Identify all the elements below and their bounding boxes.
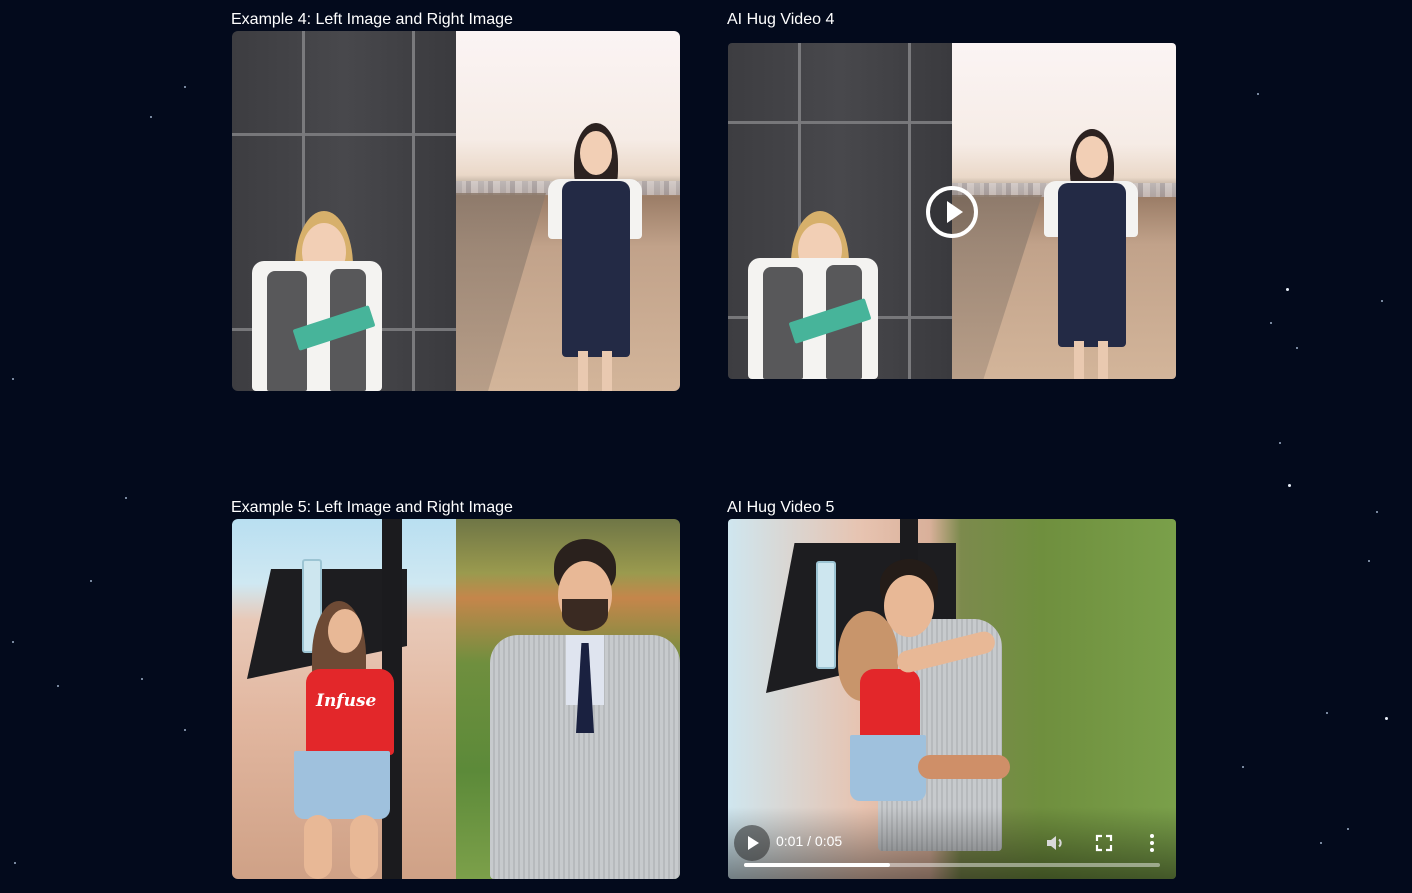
star	[1270, 322, 1272, 324]
star	[1288, 484, 1291, 487]
shirt-logo-text: Infuse	[316, 691, 377, 711]
video-5-caption: AI Hug Video 5	[727, 499, 835, 516]
right-image-man-suit	[456, 519, 680, 879]
example-5-image: Infuse	[232, 519, 680, 879]
star	[1368, 560, 1370, 562]
hug-video-4[interactable]	[728, 43, 1176, 379]
star	[12, 378, 14, 380]
progress-bar[interactable]	[744, 863, 1160, 867]
star	[14, 862, 16, 864]
man-arm	[918, 755, 1010, 779]
play-circle-icon[interactable]	[926, 186, 978, 238]
storefront-sign	[816, 561, 836, 669]
hug-video-5[interactable]: 0:01 / 0:05	[728, 519, 1176, 879]
girl-face	[1076, 136, 1108, 178]
star	[1376, 511, 1378, 513]
star	[1286, 288, 1289, 291]
example-4-caption: Example 4: Left Image and Right Image	[231, 11, 513, 28]
star	[1320, 842, 1322, 844]
red-tshirt: Infuse	[306, 669, 394, 755]
example-4-image	[232, 31, 680, 391]
navy-dress	[562, 181, 630, 357]
video-4-caption: AI Hug Video 4	[727, 11, 835, 28]
girl-leg	[602, 351, 612, 391]
star	[1326, 712, 1328, 714]
star	[90, 580, 92, 582]
woman-leg	[350, 815, 378, 879]
girl-leg	[578, 351, 588, 391]
right-image-beach-girl	[456, 31, 680, 391]
video-left-frame	[728, 43, 952, 379]
star	[1385, 717, 1388, 720]
star	[57, 685, 59, 687]
woman-leg	[304, 815, 332, 879]
left-image-woman-storefront: Infuse	[232, 519, 456, 879]
red-tshirt	[860, 669, 920, 741]
volume-icon[interactable]	[1044, 831, 1068, 855]
denim-shorts	[850, 735, 926, 801]
girl-leg	[1074, 341, 1084, 379]
example-5-caption: Example 5: Left Image and Right Image	[231, 499, 513, 516]
star	[125, 497, 127, 499]
star	[1347, 828, 1349, 830]
girl-leg	[1098, 341, 1108, 379]
star	[12, 641, 14, 643]
star	[141, 678, 143, 680]
star	[1381, 300, 1383, 302]
fullscreen-icon[interactable]	[1092, 831, 1116, 855]
star	[184, 86, 186, 88]
shoreline	[456, 193, 546, 391]
left-image-school-girl	[232, 31, 456, 391]
progress-fill	[744, 863, 890, 867]
star	[150, 116, 152, 118]
woman-face	[328, 609, 362, 653]
star	[1279, 442, 1281, 444]
play-icon[interactable]	[734, 825, 770, 861]
girl-face	[580, 131, 612, 175]
denim-shorts	[294, 751, 390, 819]
star	[1296, 347, 1298, 349]
video-time: 0:01 / 0:05	[776, 833, 843, 849]
video-right-frame	[952, 43, 1176, 379]
video-controls: 0:01 / 0:05	[728, 807, 1176, 879]
star	[1242, 766, 1244, 768]
navy-dress	[1058, 183, 1126, 347]
star	[184, 729, 186, 731]
more-options-icon[interactable]	[1140, 831, 1164, 855]
star	[1257, 93, 1259, 95]
man-beard	[562, 599, 608, 631]
